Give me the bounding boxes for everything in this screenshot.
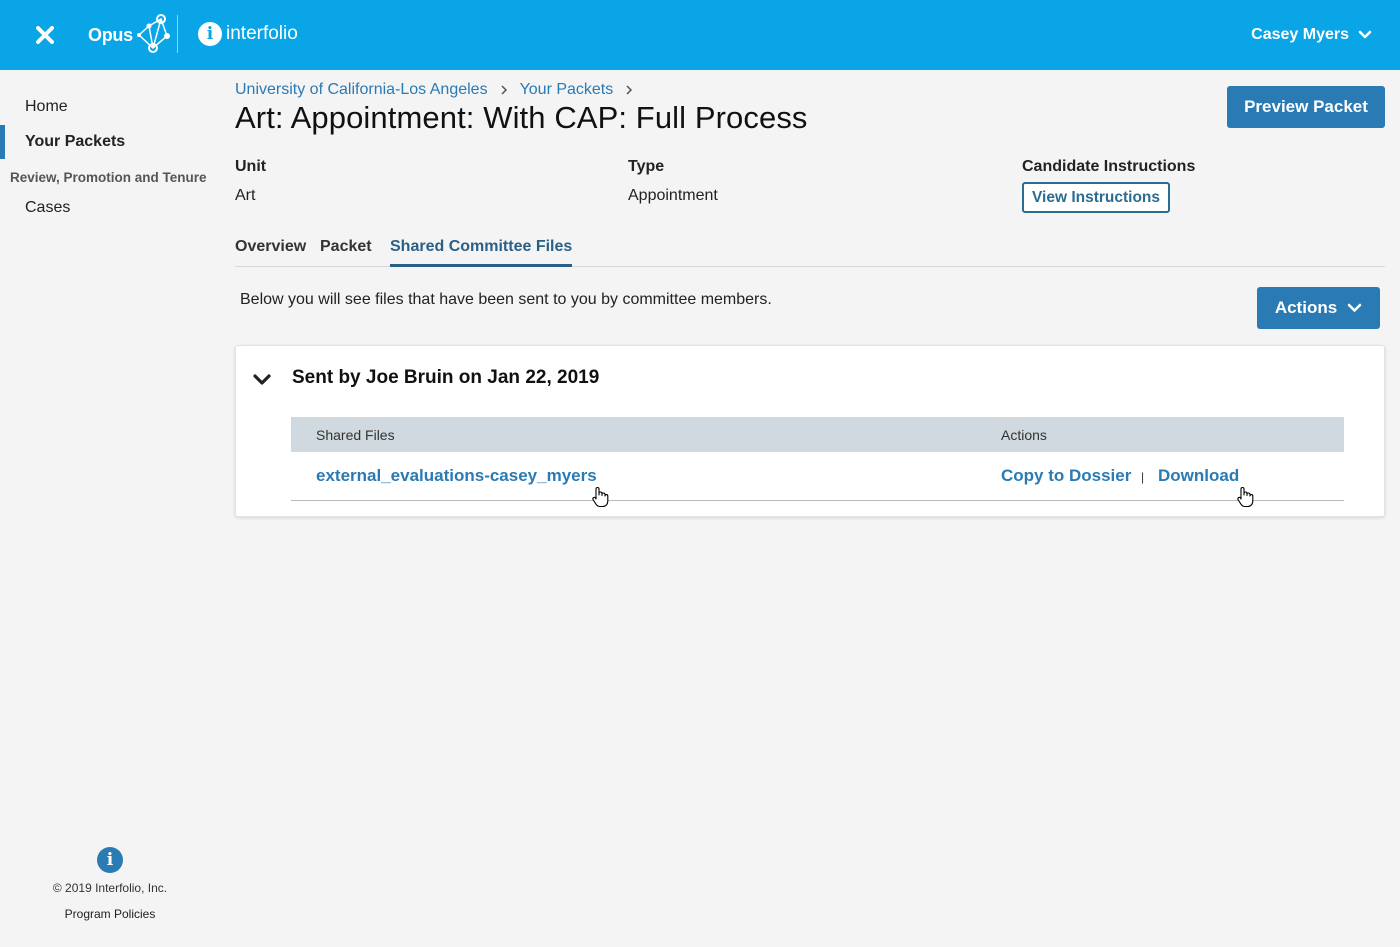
sidebar: Home Your Packets Review, Promotion and …: [0, 70, 214, 947]
chevron-right-icon: [626, 85, 633, 95]
sidebar-item-home[interactable]: Home: [25, 98, 68, 116]
column-header-actions: Actions: [1001, 427, 1047, 443]
top-navigation-bar: Opus i interfolio Casey Myers: [0, 0, 1400, 70]
shared-files-group: Sent by Joe Bruin on Jan 22, 2019 Shared…: [235, 345, 1385, 517]
unit-label: Unit: [235, 158, 267, 175]
download-link[interactable]: Download: [1158, 466, 1239, 486]
tab-packet[interactable]: Packet: [320, 238, 372, 264]
actions-button-label: Actions: [1274, 298, 1338, 317]
unit-value: Art: [235, 187, 256, 204]
copy-to-dossier-link[interactable]: Copy to Dossier: [1001, 466, 1131, 486]
chevron-right-icon: [501, 85, 507, 95]
close-icon[interactable]: [30, 20, 60, 50]
info-icon: i: [97, 847, 123, 873]
opus-network-icon: [136, 14, 170, 53]
user-name: Casey Myers: [1251, 26, 1349, 43]
chevron-down-icon: [1347, 303, 1362, 312]
group-title: Sent by Joe Bruin on Jan 22, 2019: [292, 367, 600, 388]
intro-text: Below you will see files that have been …: [240, 291, 772, 308]
breadcrumb-your-packets[interactable]: Your Packets: [520, 81, 614, 99]
logo-divider: [177, 15, 178, 53]
type-value: Appointment: [628, 187, 718, 204]
collapse-chevron-icon[interactable]: [250, 368, 274, 390]
packet-tabs: Overview Packet Shared Committee Files: [235, 237, 1385, 267]
table-header: Shared Files Actions: [291, 417, 1344, 452]
opus-logo[interactable]: Opus: [88, 14, 173, 56]
sidebar-section-title: Review, Promotion and Tenure: [10, 170, 207, 185]
sidebar-item-cases[interactable]: Cases: [25, 199, 70, 217]
table-row: external_evaluations-casey_myers Copy to…: [291, 452, 1344, 508]
action-separator: |: [1141, 470, 1145, 484]
hand-cursor-icon: [592, 487, 609, 508]
candidate-instructions-label: Candidate Instructions: [1022, 158, 1196, 175]
user-menu[interactable]: Casey Myers: [1251, 24, 1372, 46]
copyright-text: © 2019 Interfolio, Inc.: [52, 881, 168, 895]
interfolio-logo-text: interfolio: [226, 23, 298, 44]
chevron-down-icon: [1358, 30, 1372, 39]
file-link[interactable]: external_evaluations-casey_myers: [316, 466, 597, 486]
actions-dropdown-button[interactable]: Actions: [1257, 287, 1380, 329]
hand-cursor-icon: [1237, 487, 1254, 508]
interfolio-info-icon: i: [198, 22, 222, 46]
program-policies-link[interactable]: Program Policies: [0, 907, 220, 921]
type-label: Type: [628, 158, 665, 175]
sidebar-active-indicator: [0, 125, 5, 159]
interfolio-logo[interactable]: i interfolio: [198, 20, 298, 48]
tab-overview[interactable]: Overview: [235, 238, 306, 264]
breadcrumb-university[interactable]: University of California-Los Angeles: [235, 81, 488, 99]
tab-shared-committee-files[interactable]: Shared Committee Files: [390, 238, 573, 267]
sidebar-item-your-packets[interactable]: Your Packets: [25, 133, 125, 151]
view-instructions-button[interactable]: View Instructions: [1022, 182, 1170, 213]
page-title: Art: Appointment: With CAP: Full Process: [235, 100, 808, 135]
column-header-shared-files: Shared Files: [316, 427, 395, 443]
shared-files-table: Shared Files Actions external_evaluation…: [291, 417, 1344, 508]
breadcrumb: University of California-Los Angeles You…: [235, 81, 645, 99]
preview-packet-button[interactable]: Preview Packet: [1227, 86, 1385, 128]
opus-logo-text: Opus: [88, 24, 133, 45]
